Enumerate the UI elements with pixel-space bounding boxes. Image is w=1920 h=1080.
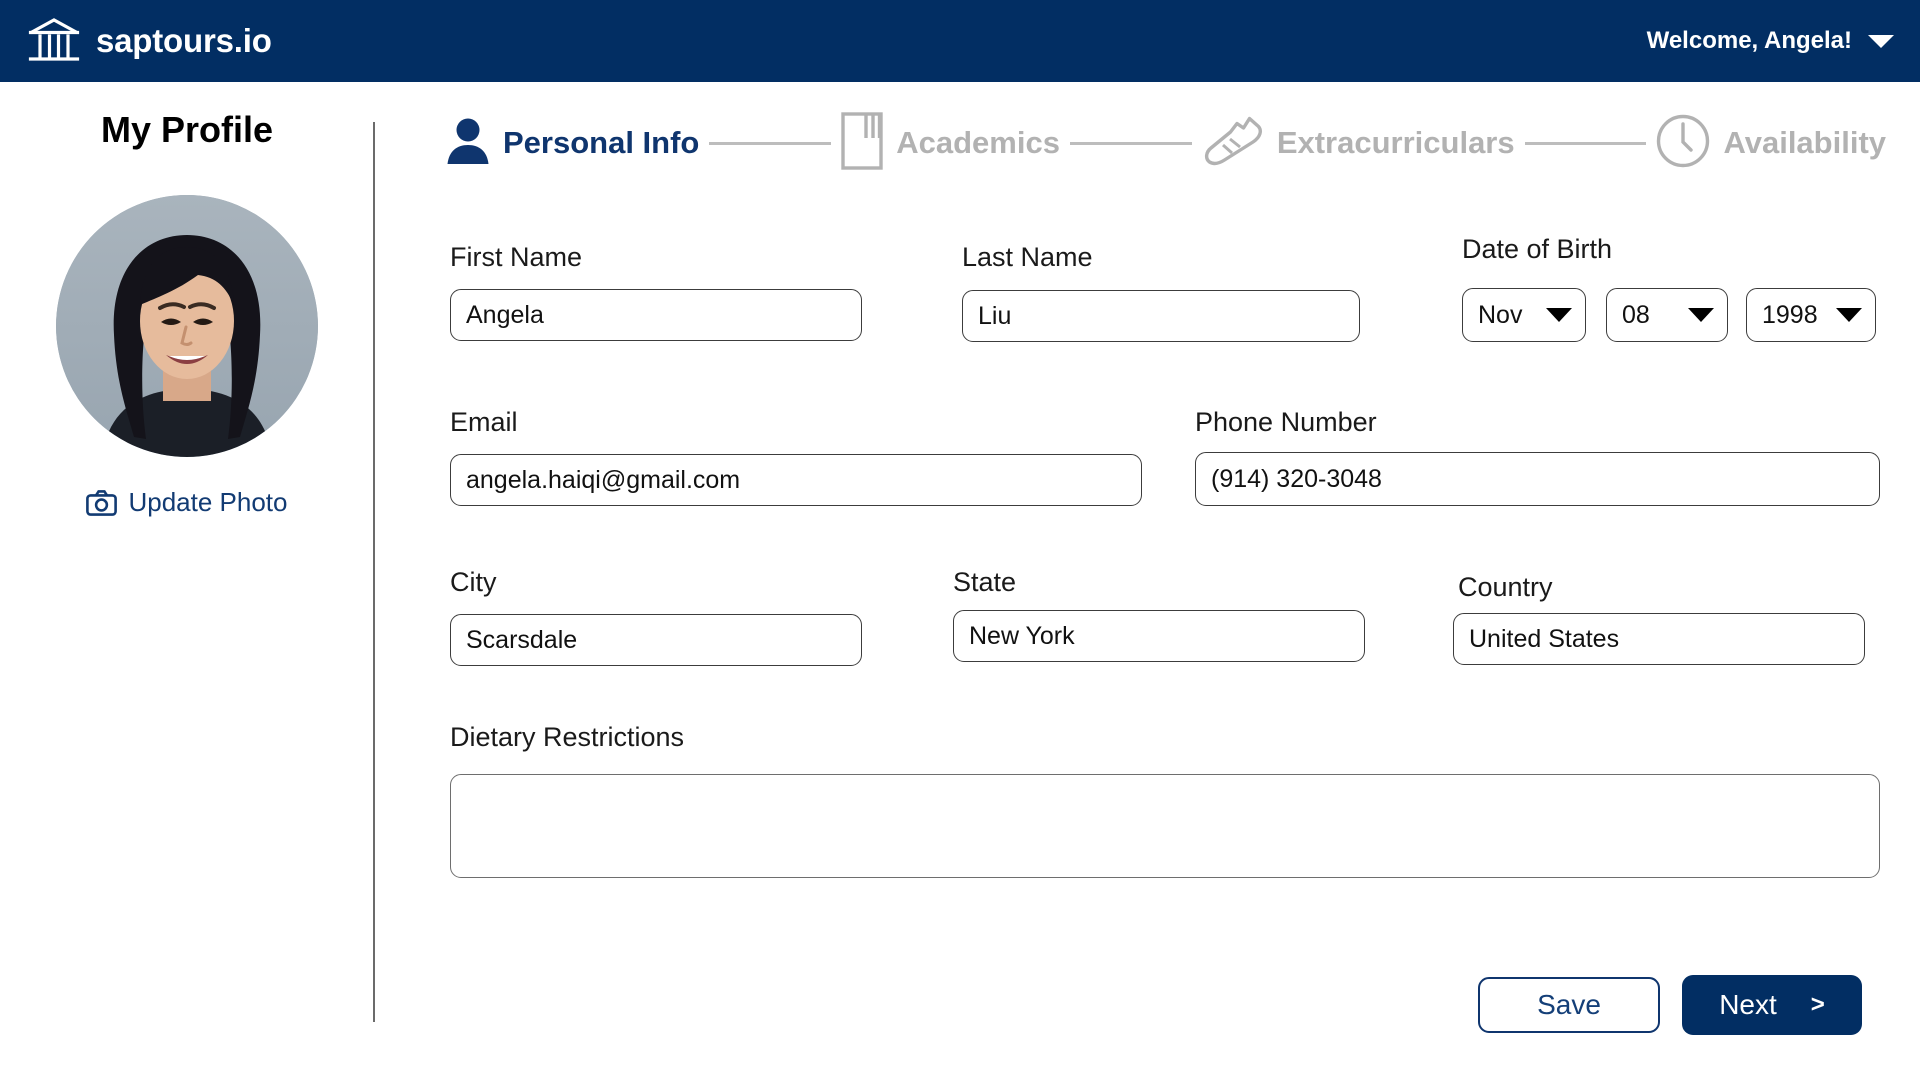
phone-input[interactable]: (914) 320-3048 — [1195, 452, 1880, 506]
dob-year-select[interactable]: 1998 — [1746, 288, 1876, 342]
dietary-restrictions-textarea[interactable] — [450, 774, 1880, 878]
state-input[interactable]: New York — [953, 610, 1365, 662]
next-button[interactable]: Next > — [1682, 975, 1862, 1035]
dob-day-value: 08 — [1622, 300, 1650, 329]
email-label: Email — [450, 407, 518, 437]
city-input[interactable]: Scarsdale — [450, 614, 862, 666]
phone-label: Phone Number — [1195, 407, 1377, 437]
dob-month-value: Nov — [1478, 300, 1523, 329]
email-input[interactable]: angela.haiqi@gmail.com — [450, 454, 1142, 506]
personal-info-form: First Name Angela Last Name Liu Date of … — [0, 82, 1920, 1080]
welcome-label: Welcome, Angela! — [1646, 27, 1852, 54]
brand[interactable]: saptours.io — [28, 15, 272, 67]
user-menu[interactable]: Welcome, Angela! — [1647, 27, 1894, 55]
app-header: saptours.io Welcome, Angela! — [0, 0, 1920, 82]
bank-classical-building-icon — [28, 15, 80, 67]
save-button[interactable]: Save — [1478, 977, 1660, 1033]
first-name-input[interactable]: Angela — [450, 289, 862, 341]
next-label: Next — [1719, 989, 1777, 1020]
dietary-restrictions-label: Dietary Restrictions — [450, 722, 685, 752]
country-input[interactable]: United States — [1453, 613, 1865, 665]
dob-month-select[interactable]: Nov — [1462, 288, 1586, 342]
last-name-label: Last Name — [962, 242, 1093, 272]
chevron-down-icon[interactable] — [1868, 34, 1894, 48]
chevron-down-icon — [1546, 308, 1572, 322]
state-label: State — [953, 567, 1017, 597]
date-of-birth-label: Date of Birth — [1462, 234, 1613, 264]
chevron-right-icon: > — [1810, 991, 1825, 1018]
last-name-input[interactable]: Liu — [962, 290, 1360, 342]
chevron-down-icon — [1688, 308, 1714, 322]
dob-year-value: 1998 — [1762, 300, 1818, 329]
save-label: Save — [1537, 989, 1601, 1020]
city-label: City — [450, 567, 497, 597]
brand-name: saptours.io — [96, 22, 272, 59]
country-label: Country — [1458, 572, 1553, 602]
dob-day-select[interactable]: 08 — [1606, 288, 1728, 342]
chevron-down-icon — [1836, 308, 1862, 322]
first-name-label: First Name — [450, 242, 583, 272]
